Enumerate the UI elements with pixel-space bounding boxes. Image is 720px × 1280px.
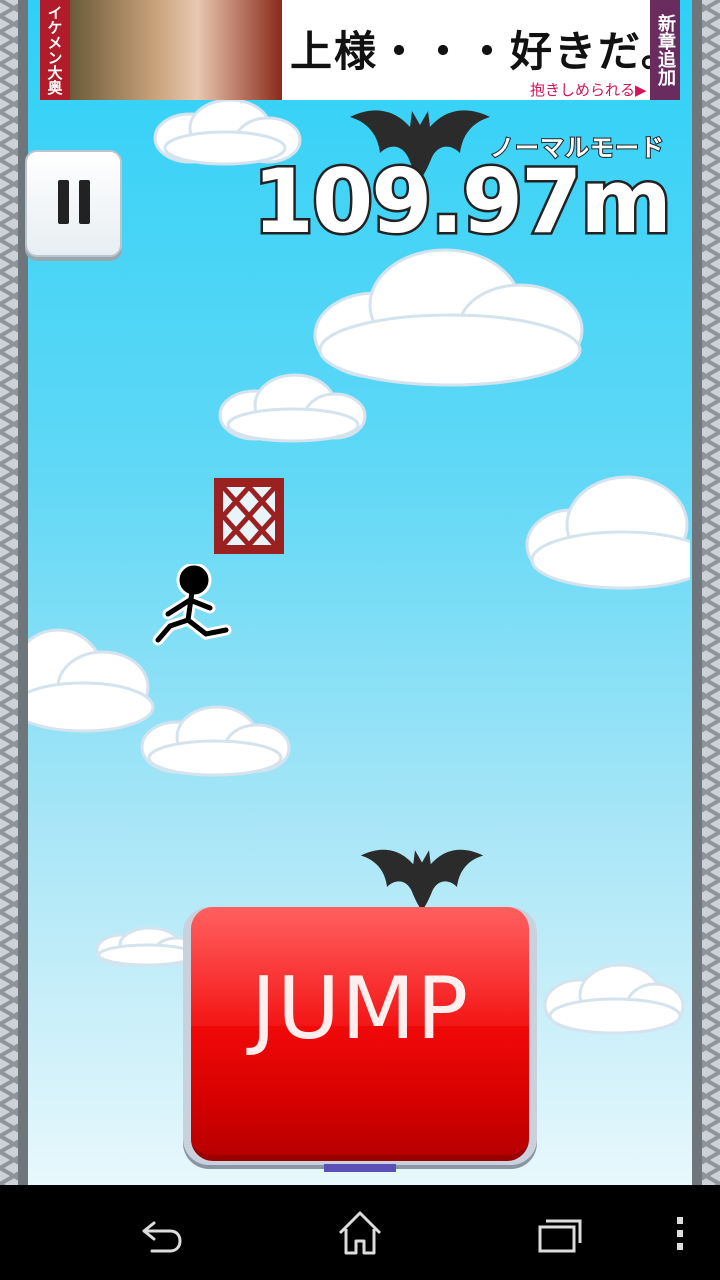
ground-marker xyxy=(324,1164,396,1172)
crate-obstacle xyxy=(214,478,284,554)
ad-illustration xyxy=(70,0,282,100)
ad-cta: 抱きしめられる▶ xyxy=(530,81,647,99)
system-nav-bar xyxy=(0,1185,720,1280)
stick-figure-player xyxy=(152,564,232,646)
home-icon[interactable] xyxy=(330,1203,390,1263)
ad-headline: 上様・・・好きだ。 xyxy=(290,27,680,76)
cloud xyxy=(525,475,690,590)
overflow-menu-icon[interactable] xyxy=(650,1203,710,1263)
game-screen[interactable]: イケメン大奥 上様・・・好きだ。 抱きしめられる▶ 新章追加 ノーマルモード 1… xyxy=(0,0,720,1185)
jump-button[interactable]: JUMP xyxy=(183,907,537,1165)
back-icon[interactable] xyxy=(130,1203,190,1263)
jump-button-face: JUMP xyxy=(191,907,529,1161)
cloud xyxy=(140,705,291,777)
distance-counter: 109.97m xyxy=(250,148,674,256)
bat-enemy xyxy=(360,849,484,911)
cloud xyxy=(543,963,685,1035)
recent-apps-icon[interactable] xyxy=(530,1203,590,1263)
cloud xyxy=(218,373,367,443)
pause-button[interactable] xyxy=(25,150,122,257)
left-fence xyxy=(0,0,28,1185)
ad-new-chapter-label: 新章追加 xyxy=(650,0,680,100)
ad-banner[interactable]: イケメン大奥 上様・・・好きだ。 抱きしめられる▶ 新章追加 xyxy=(40,0,680,100)
right-fence xyxy=(692,0,720,1185)
ad-side-label: イケメン大奥 xyxy=(40,0,70,100)
pause-icon xyxy=(53,179,95,228)
jump-label: JUMP xyxy=(250,959,470,1059)
